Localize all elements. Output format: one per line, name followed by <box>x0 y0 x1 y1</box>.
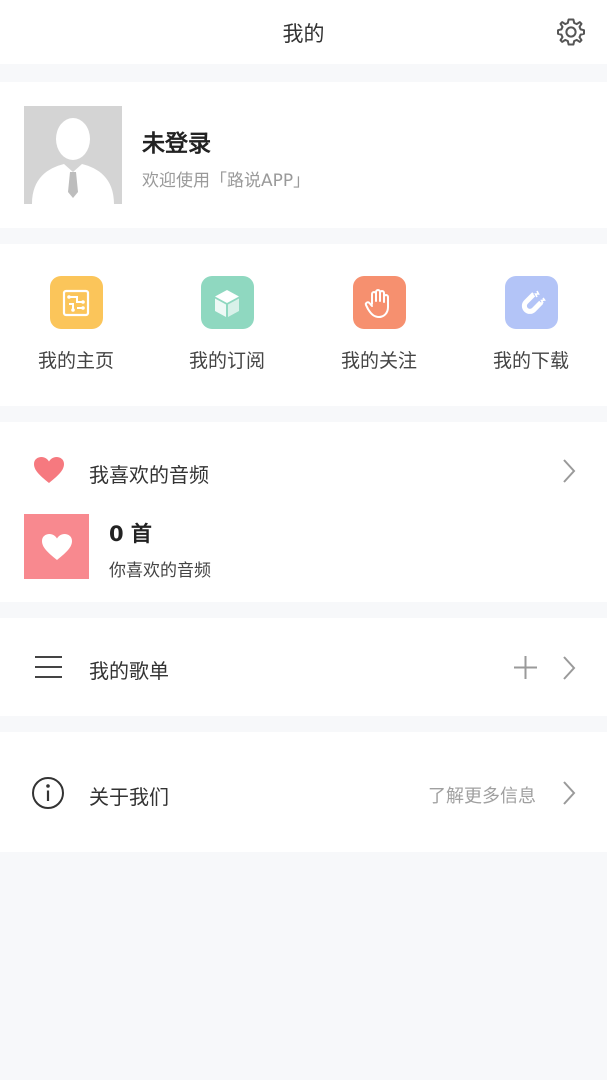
quick-action-my-downloads[interactable]: 我的下载 <box>471 276 591 373</box>
playlist-title: 我的歌单 <box>89 659 169 683</box>
quick-action-my-homepage[interactable]: 我的主页 <box>16 276 136 373</box>
profile-card[interactable]: 未登录 欢迎使用「路说APP」 <box>0 82 607 228</box>
heart-icon <box>41 533 72 560</box>
favorite-audio-thumbnail[interactable] <box>24 514 89 579</box>
quick-actions: 我的主页 我的订阅 我的关注 我的下载 <box>0 244 607 406</box>
cube-icon <box>200 276 254 329</box>
gear-icon[interactable] <box>554 15 588 49</box>
heart-icon <box>34 457 64 483</box>
quick-action-label: 我的主页 <box>37 350 114 372</box>
my-page-screen: 我的 未登录 欢迎使用「路说APP」 我的主页 我的订阅 我的关注 我的下载 我… <box>0 0 607 1080</box>
chevron-right-icon <box>563 781 576 805</box>
circuit-board-icon <box>49 276 103 329</box>
top-bar: 我的 <box>0 0 607 64</box>
profile-name: 未登录 <box>142 131 211 157</box>
favorite-audio-title: 我喜欢的音频 <box>89 463 209 487</box>
user-silhouette-icon <box>24 106 122 204</box>
my-playlist-row[interactable]: 我的歌单 <box>0 618 607 716</box>
plus-icon[interactable] <box>514 656 537 679</box>
favorite-audio-row[interactable]: 我喜欢的音频 <box>0 422 607 518</box>
favorite-audio-count: 0 首 <box>109 522 152 546</box>
favorite-audio-section: 我喜欢的音频 0 首 你喜欢的音频 <box>0 422 607 602</box>
profile-subtitle: 欢迎使用「路说APP」 <box>142 171 311 191</box>
list-icon <box>35 656 62 678</box>
chevron-right-icon <box>563 459 576 483</box>
quick-action-label: 我的订阅 <box>188 350 265 372</box>
quick-action-my-follows[interactable]: 我的关注 <box>319 276 439 373</box>
about-hint: 了解更多信息 <box>428 786 536 807</box>
favorite-audio-description: 你喜欢的音频 <box>109 561 211 581</box>
default-avatar[interactable] <box>24 106 122 204</box>
quick-action-label: 我的关注 <box>340 350 417 372</box>
hand-icon <box>352 276 406 329</box>
magnet-icon <box>504 276 558 329</box>
quick-action-my-subscriptions[interactable]: 我的订阅 <box>167 276 287 373</box>
about-us-row[interactable]: 关于我们 了解更多信息 <box>0 732 607 852</box>
chevron-right-icon <box>563 656 576 680</box>
page-title: 我的 <box>282 22 325 46</box>
about-title: 关于我们 <box>89 785 169 809</box>
quick-action-label: 我的下载 <box>492 350 569 372</box>
info-icon <box>32 777 64 809</box>
